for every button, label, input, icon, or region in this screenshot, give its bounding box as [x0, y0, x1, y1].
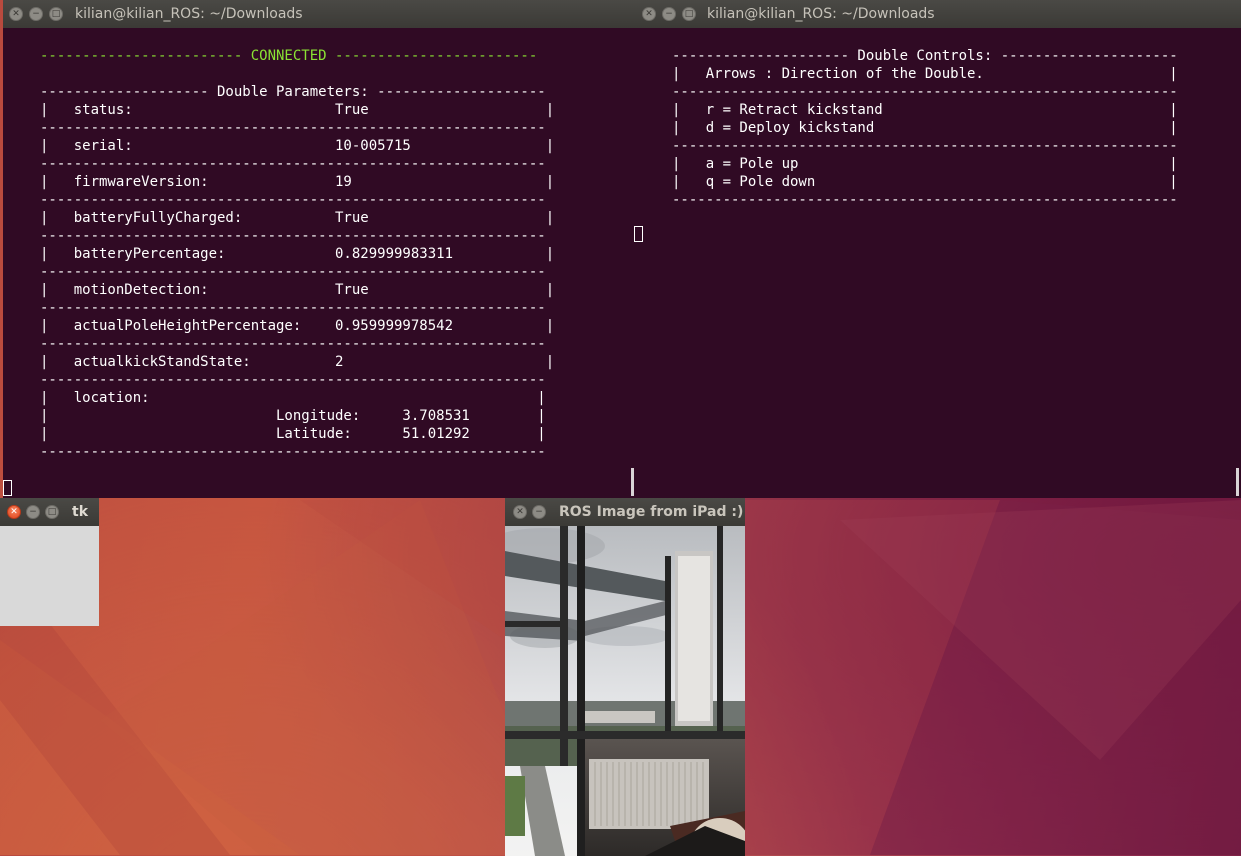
close-icon[interactable]: ✕: [642, 7, 656, 21]
terminal-line: | a = Pole up |: [672, 156, 1178, 172]
ros-image-window[interactable]: ✕ − ROS Image from iPad :): [505, 498, 745, 856]
terminal-line: | Longitude: 3.708531 |: [40, 408, 546, 424]
window-title: tk: [72, 504, 89, 520]
minimize-icon[interactable]: −: [532, 505, 546, 519]
terminal-line: | q = Pole down |: [672, 174, 1178, 190]
close-icon[interactable]: ✕: [9, 7, 23, 21]
terminal-line: ----------------------------------------…: [40, 444, 546, 460]
terminal-line: | firmwareVersion: 19 |: [40, 174, 555, 190]
terminal-line: | batteryPercentage: 0.829999983311 |: [40, 246, 555, 262]
terminal-line: ----------------------------------------…: [40, 156, 546, 172]
terminal-line: | batteryFullyCharged: True |: [40, 210, 555, 226]
terminal-line: | motionDetection: True |: [40, 282, 555, 298]
tk-titlebar[interactable]: ✕ − □ tk: [0, 498, 99, 526]
terminal-line: ------------------------ CONNECTED -----…: [40, 48, 538, 64]
terminal-titlebar[interactable]: ✕ − □ kilian@kilian_ROS: ~/Downloads: [634, 0, 1241, 28]
terminal-line: -------------------- Double Parameters: …: [40, 84, 546, 100]
terminal-line: | Latitude: 51.01292 |: [40, 426, 546, 442]
terminal-line: | status: True |: [40, 102, 555, 118]
window-title: kilian@kilian_ROS: ~/Downloads: [75, 6, 303, 22]
minimize-icon[interactable]: −: [662, 7, 676, 21]
terminal-line: ----------------------------------------…: [672, 192, 1178, 208]
minimize-icon[interactable]: −: [29, 7, 43, 21]
terminal-line: ----------------------------------------…: [40, 336, 546, 352]
terminal-line: ----------------------------------------…: [40, 300, 546, 316]
terminal-line: ----------------------------------------…: [40, 192, 546, 208]
terminal-output[interactable]: ------------------------ CONNECTED -----…: [3, 28, 634, 498]
minimize-icon[interactable]: −: [26, 505, 40, 519]
terminal-line: | Arrows : Direction of the Double. |: [672, 66, 1178, 82]
terminal-line: | r = Retract kickstand |: [672, 102, 1178, 118]
terminal-titlebar[interactable]: ✕ − □ kilian@kilian_ROS: ~/Downloads: [3, 0, 634, 28]
close-icon[interactable]: ✕: [7, 505, 21, 519]
terminal-line: ----------------------------------------…: [40, 120, 546, 136]
tk-window[interactable]: ✕ − □ tk: [0, 498, 99, 626]
maximize-icon[interactable]: □: [682, 7, 696, 21]
window-title: kilian@kilian_ROS: ~/Downloads: [707, 6, 935, 22]
terminal-output[interactable]: --------------------- Double Controls: -…: [634, 28, 1241, 498]
terminal-line: | actualkickStandState: 2 |: [40, 354, 555, 370]
terminal-line: ----------------------------------------…: [672, 84, 1178, 100]
terminal-cursor: [3, 480, 12, 496]
camera-image-scene: [505, 526, 745, 856]
maximize-icon[interactable]: □: [45, 505, 59, 519]
close-icon[interactable]: ✕: [513, 505, 527, 519]
terminal-line: ----------------------------------------…: [40, 228, 546, 244]
terminal-line: | serial: 10-005715 |: [40, 138, 555, 154]
terminal-window-controls[interactable]: ✕ − □ kilian@kilian_ROS: ~/Downloads ---…: [634, 0, 1241, 498]
terminal-line: | location: |: [40, 390, 546, 406]
terminal-line: | actualPoleHeightPercentage: 0.95999997…: [40, 318, 555, 334]
tk-canvas[interactable]: [0, 526, 99, 626]
terminal-cursor: [634, 226, 643, 242]
image-titlebar[interactable]: ✕ − ROS Image from iPad :): [505, 498, 745, 526]
scrollbar[interactable]: [1236, 468, 1239, 496]
maximize-icon[interactable]: □: [49, 7, 63, 21]
terminal-line: ----------------------------------------…: [40, 372, 546, 388]
terminal-line: | d = Deploy kickstand |: [672, 120, 1178, 136]
window-title: ROS Image from iPad :): [559, 504, 744, 520]
terminal-line: ----------------------------------------…: [672, 138, 1178, 154]
terminal-line: ----------------------------------------…: [40, 264, 546, 280]
terminal-line: --------------------- Double Controls: -…: [672, 48, 1178, 64]
terminal-window-parameters[interactable]: ✕ − □ kilian@kilian_ROS: ~/Downloads ---…: [3, 0, 634, 498]
camera-image: [505, 526, 745, 856]
